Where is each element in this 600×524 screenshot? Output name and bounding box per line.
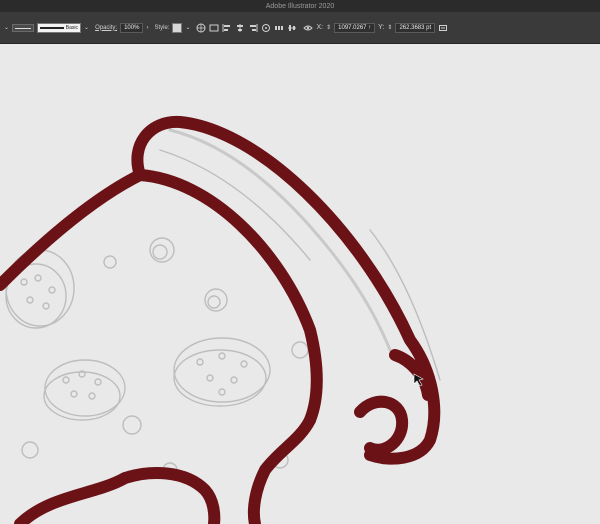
width-height-link-icon[interactable] — [438, 23, 448, 33]
stroke-style-preview — [40, 26, 64, 29]
window-title: Adobe Illustrator 2020 — [265, 2, 335, 10]
pepperoni-sketch — [43, 359, 126, 421]
align-center-icon[interactable] — [235, 23, 245, 33]
control-bar: ⌄ Basic ⌄ Opacity: 100% › Style: ⌄ X: ⇕ … — [0, 12, 600, 44]
pepperoni-sketch — [173, 337, 271, 407]
artboard-canvas[interactable] — [0, 45, 600, 524]
y-label: Y: — [378, 24, 385, 31]
pizza-illustration[interactable] — [0, 45, 600, 524]
crust-curl — [354, 349, 434, 456]
cheese-bubble-sketch — [21, 237, 309, 478]
distribute-icon[interactable] — [274, 23, 284, 33]
opacity-input[interactable]: 100% — [120, 22, 144, 33]
stepper-icon[interactable]: ⇕ — [387, 25, 392, 31]
chevron-down-icon[interactable]: ⌄ — [4, 25, 9, 31]
title-bar: Adobe Illustrator 2020 — [0, 0, 600, 12]
cheese-drip-line — [247, 414, 316, 524]
chevron-down-icon[interactable]: ⌄ — [84, 25, 89, 31]
sketch-crust-inner — [159, 149, 311, 261]
crust-inner-edge — [134, 169, 323, 426]
align-left-icon[interactable] — [222, 23, 232, 33]
opacity-label[interactable]: Opacity: — [95, 25, 117, 31]
x-coordinate-input[interactable]: 1097.0267 ↑ — [334, 22, 376, 33]
recolor-artwork-icon[interactable] — [196, 23, 206, 33]
transform-icon[interactable] — [261, 23, 271, 33]
y-coordinate-input[interactable]: 262.3683 pt — [395, 22, 436, 33]
reference-point-icon[interactable] — [303, 23, 314, 33]
style-label: Style: — [154, 24, 170, 31]
x-label: X: — [316, 24, 324, 31]
cheese-drip-line — [14, 467, 221, 524]
stroke-style-dropdown[interactable]: Basic — [37, 22, 82, 33]
stroke-weight-swatch[interactable] — [12, 23, 35, 32]
vertical-align-icon[interactable] — [287, 23, 297, 33]
graphic-style-swatch[interactable] — [172, 22, 183, 33]
align-right-icon[interactable] — [248, 23, 258, 33]
stepper-icon[interactable]: ⇕ — [326, 25, 331, 31]
align-to-icon[interactable] — [209, 23, 219, 33]
stroke-style-label: Basic — [65, 24, 79, 31]
chevron-down-icon[interactable]: ⌄ — [185, 25, 190, 31]
chevron-right-icon[interactable]: › — [146, 25, 148, 31]
